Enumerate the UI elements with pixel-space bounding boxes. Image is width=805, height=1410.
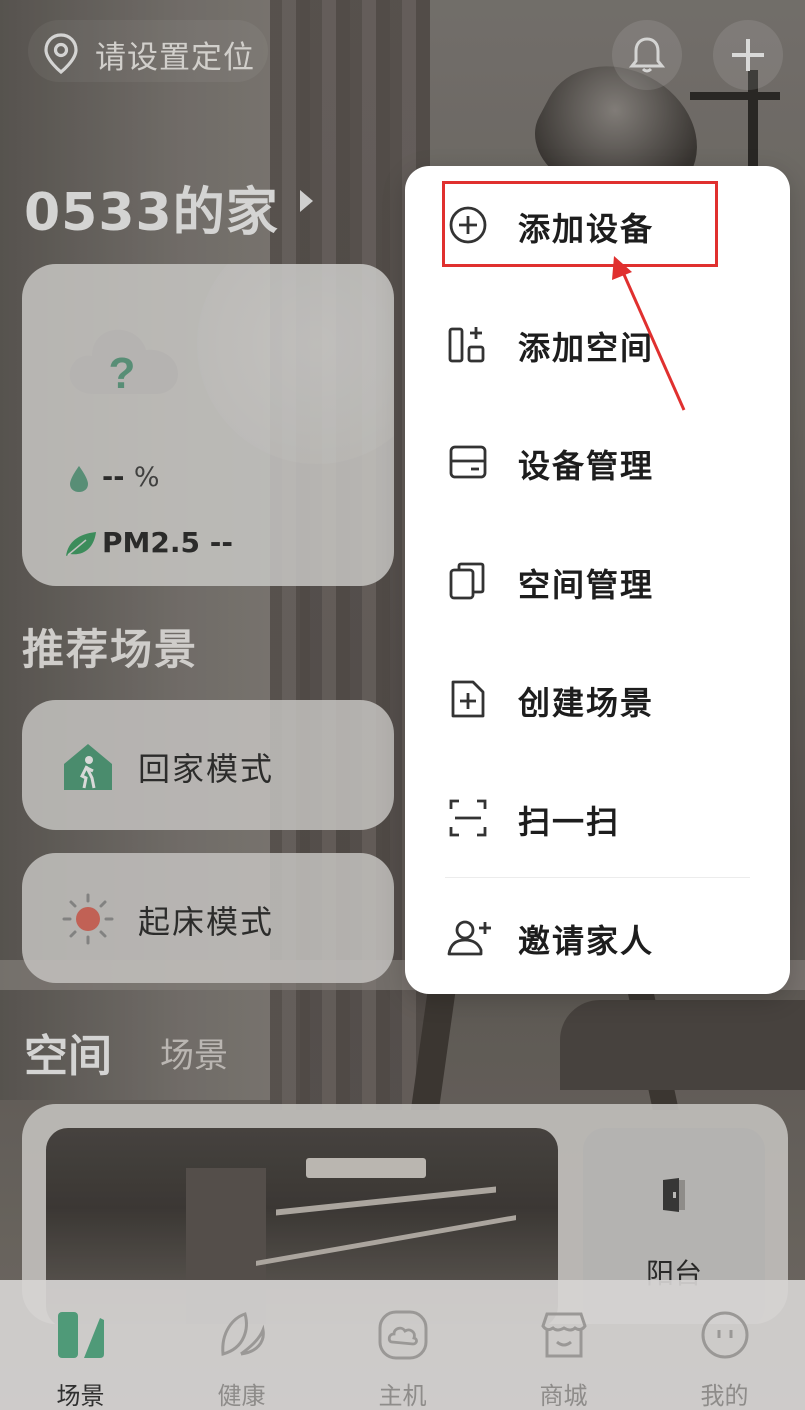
invite-user-icon [447,920,491,956]
menu-item-space-management[interactable]: 空间管理 [405,530,790,630]
menu-label: 扫一扫 [518,803,621,841]
create-scene-icon [451,680,485,718]
notification-button[interactable] [612,20,682,90]
nav-label: 健康 [217,1382,266,1410]
menu-label: 邀请家人 [518,922,655,960]
nav-label: 主机 [378,1382,427,1410]
space-manage-icon [449,562,485,600]
nav-item-scene[interactable]: 场景 [0,1280,161,1410]
annotation-arrow-icon [612,256,686,411]
store-icon [541,1312,587,1358]
nav-label: 我的 [700,1382,749,1410]
leaf-icon [66,532,96,556]
device-manage-icon [449,445,487,479]
tab-space[interactable]: 空间 [24,1020,112,1084]
menu-label: 空间管理 [518,566,655,604]
menu-item-create-scene[interactable]: 创建场景 [405,648,790,748]
plus-icon [732,39,764,71]
scene-label: 回家模式 [138,750,275,788]
humidity-icon [70,466,88,492]
menu-item-invite-family[interactable]: 邀请家人 [405,886,790,986]
home-walk-icon [64,744,112,790]
sunrise-icon [62,893,114,945]
scan-icon [449,799,487,837]
tab-scene[interactable]: 场景 [160,1028,228,1077]
humidity-value: -- % [102,462,160,493]
cloud-unknown-icon: ? [69,329,178,398]
nav-item-health[interactable]: 健康 [161,1280,322,1410]
menu-item-add-space[interactable]: 添加空间 [405,293,790,393]
scene-card-wake-mode[interactable]: 起床模式 [22,853,394,983]
nav-item-store[interactable]: 商城 [483,1280,644,1410]
scene-icon [58,1312,104,1358]
recommended-scenes-title: 推荐场景 [22,625,199,674]
scene-label: 起床模式 [138,903,275,941]
pm25-label: PM2.5 -- [102,526,233,559]
nav-label: 商城 [539,1382,588,1410]
nav-label: 场景 [56,1382,105,1410]
home-switch-arrow-icon[interactable] [300,190,313,212]
menu-label: 设备管理 [518,447,655,485]
scene-card-home-mode[interactable]: 回家模式 [22,700,394,830]
home-title[interactable]: 0533的家 [24,170,279,245]
menu-divider [445,877,750,878]
weather-card[interactable]: ? -- % PM2.5 -- [22,264,394,586]
bell-icon [628,37,666,73]
add-button[interactable] [713,20,783,90]
nav-item-hub[interactable]: 主机 [322,1280,483,1410]
menu-item-scan[interactable]: 扫一扫 [405,767,790,867]
humidity-unit: % [133,462,160,493]
bottom-nav: 场景 健康 主机 商城 我的 [0,1280,805,1410]
svg-text:?: ? [109,349,136,398]
menu-label: 创建场景 [518,684,655,722]
hub-icon [378,1310,428,1360]
location-pin-icon [44,33,78,74]
add-popup-menu: 添加设备 添加空间 设备管理 空间管理 创建场景 扫一扫 邀请家人 [405,166,790,994]
profile-icon [701,1311,749,1359]
leaf-icon [221,1312,265,1356]
nav-item-profile[interactable]: 我的 [644,1280,805,1410]
menu-item-device-management[interactable]: 设备管理 [405,411,790,511]
location-text[interactable]: 请设置定位 [95,32,255,77]
door-icon [663,1178,685,1212]
add-space-icon [448,327,485,363]
